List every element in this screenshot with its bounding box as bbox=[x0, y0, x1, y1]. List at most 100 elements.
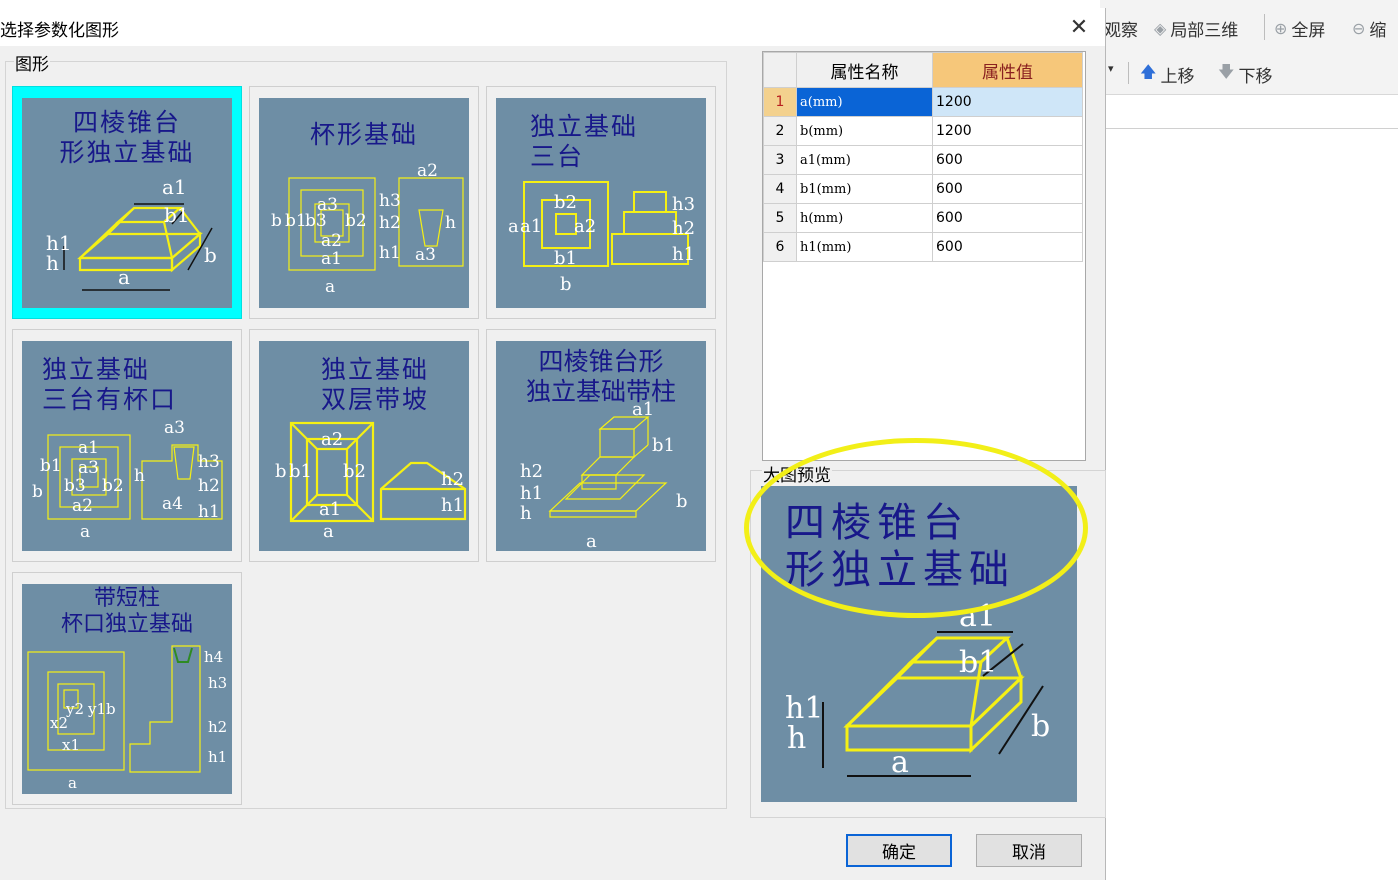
shape-title: 四棱锥台 形独立基础 bbox=[59, 108, 195, 167]
dim-label: b3 bbox=[64, 476, 86, 496]
table-row[interactable]: 3 a1(mm) 600 bbox=[763, 145, 1083, 175]
dim-label: a1 bbox=[520, 216, 542, 237]
dim-label: b2 bbox=[102, 476, 124, 496]
close-button[interactable]: ✕ bbox=[1062, 10, 1096, 44]
property-table: 属性名称 属性值 1 a(mm) 1200 2 b(mm) 1200 3 a1(… bbox=[763, 52, 1083, 262]
property-name-cell[interactable]: a(mm) bbox=[796, 87, 933, 117]
shape-tile-double-layer-slope-footing[interactable]: 独立基础 双层带坡 a2 b b1 b2 a1 a h2 h1 bbox=[249, 329, 479, 562]
observe-tool[interactable]: 观察 bbox=[1104, 16, 1138, 41]
zoom-out-label: 缩 bbox=[1369, 21, 1387, 41]
dim-label: h1 bbox=[441, 495, 464, 516]
row-number: 2 bbox=[763, 116, 797, 146]
shape-thumbnail: 杯形基础 a2 a3 b b1 b3 b2 a2 a1 a h3 h2 h1 a… bbox=[259, 98, 469, 308]
dialog-titlebar: 选择参数化图形 ✕ bbox=[0, 8, 1105, 46]
dim-label: b1 bbox=[554, 248, 577, 269]
dim-label: b2 bbox=[554, 192, 577, 213]
shape-group-label: 图形 bbox=[14, 50, 50, 75]
move-down-label: 下移 bbox=[1238, 67, 1273, 87]
property-value-cell[interactable]: 1200 bbox=[932, 116, 1083, 146]
dim-label: h2 bbox=[672, 218, 695, 239]
move-up-tool[interactable]: 🡅 上移 bbox=[1140, 61, 1194, 88]
shape-tile-frustum-footing-with-column[interactable]: 四棱锥台形 独立基础带柱 a1 b1 h2 h1 h b a bbox=[486, 329, 716, 562]
table-row[interactable]: 4 b1(mm) 600 bbox=[763, 174, 1083, 204]
dim-label: h1 bbox=[208, 748, 227, 766]
shape-tile-short-column-cup-footing[interactable]: 带短柱 杯口独立基础 x2 y2 y1 b x1 a h4 h3 h2 h1 bbox=[12, 572, 242, 805]
dim-label: x1 bbox=[62, 736, 80, 754]
property-value-cell[interactable]: 600 bbox=[932, 174, 1083, 204]
property-value-cell[interactable]: 600 bbox=[932, 145, 1083, 175]
dim-label: a2 bbox=[72, 496, 93, 516]
local-3d-label: 局部三维 bbox=[1170, 21, 1239, 41]
dim-label: h bbox=[520, 503, 532, 524]
row-number: 1 bbox=[763, 87, 797, 117]
dim-label: h2 bbox=[441, 469, 464, 490]
dim-label: h bbox=[134, 466, 145, 486]
dim-label: b bbox=[204, 243, 217, 267]
shape-tile-three-step-footing[interactable]: 独立基础 三台 b2 a a1 a2 b1 b h3 h2 h1 bbox=[486, 86, 716, 319]
close-icon: ✕ bbox=[1069, 14, 1089, 40]
property-name-cell[interactable]: h1(mm) bbox=[796, 232, 933, 262]
dim-label: b2 bbox=[343, 461, 366, 482]
dim-label: a1 bbox=[78, 438, 99, 458]
dim-label: a1 bbox=[162, 175, 187, 199]
dim-label: a bbox=[586, 531, 597, 551]
zoom-out-icon: ⊖ bbox=[1352, 19, 1366, 38]
row-number: 3 bbox=[763, 145, 797, 175]
dropdown-arrow-icon[interactable]: ▾ bbox=[1108, 62, 1114, 75]
shape-thumbnail: 四棱锥台 形独立基础 a1 b1 h1 h a b bbox=[22, 98, 232, 308]
dim-label: a1 bbox=[319, 499, 341, 520]
dim-label: b3 bbox=[305, 211, 327, 231]
shape-title: 杯形基础 bbox=[309, 120, 418, 149]
property-name-cell[interactable]: h(mm) bbox=[796, 203, 933, 233]
dim-label: a bbox=[118, 265, 130, 289]
table-row[interactable]: 1 a(mm) 1200 bbox=[763, 87, 1083, 117]
property-grid: 属性名称 属性值 1 a(mm) 1200 2 b(mm) 1200 3 a1(… bbox=[762, 51, 1086, 461]
dim-label: a bbox=[325, 277, 335, 297]
corner-cell bbox=[763, 52, 797, 88]
shape-title: 独立基础 三台有杯口 bbox=[42, 355, 178, 414]
dim-label: a1 bbox=[321, 249, 342, 269]
ok-button[interactable]: 确定 bbox=[846, 834, 952, 867]
dim-label: a bbox=[80, 522, 90, 542]
property-name-cell[interactable]: b(mm) bbox=[796, 116, 933, 146]
table-row[interactable]: 6 h1(mm) 600 bbox=[763, 232, 1083, 262]
property-value-cell[interactable]: 600 bbox=[932, 232, 1083, 262]
toolbar-separator bbox=[1264, 14, 1265, 40]
dim-label: b bbox=[560, 274, 572, 295]
dim-label: h1 bbox=[520, 483, 543, 504]
dim-label: b bbox=[275, 461, 287, 482]
cancel-button[interactable]: 取消 bbox=[976, 834, 1082, 867]
dim-label: b bbox=[271, 211, 282, 231]
move-down-tool[interactable]: 🡇 下移 bbox=[1218, 61, 1272, 88]
property-name-cell[interactable]: b1(mm) bbox=[796, 174, 933, 204]
fullscreen-tool[interactable]: ⊕ 全屏 bbox=[1274, 16, 1325, 41]
dim-label: h1 bbox=[198, 502, 220, 522]
background-divider bbox=[1100, 128, 1398, 129]
property-value-cell[interactable]: 600 bbox=[932, 203, 1083, 233]
local-3d-tool[interactable]: ◈ 局部三维 bbox=[1154, 16, 1238, 41]
property-name-cell[interactable]: a1(mm) bbox=[796, 145, 933, 175]
shape-title: 独立基础 双层带坡 bbox=[321, 355, 430, 414]
dim-label: h bbox=[787, 721, 806, 756]
table-row[interactable]: 2 b(mm) 1200 bbox=[763, 116, 1083, 146]
dim-label: a4 bbox=[162, 494, 183, 514]
shape-tile-frustum-footing[interactable]: 四棱锥台 形独立基础 a1 b1 h1 h a b bbox=[12, 86, 242, 319]
shape-tile-three-step-cup-footing[interactable]: 独立基础 三台有杯口 a1 a3 a3 b1 b3 b2 b a2 a h a4… bbox=[12, 329, 242, 562]
dim-label: h bbox=[445, 213, 456, 233]
table-row[interactable]: 5 h(mm) 600 bbox=[763, 203, 1083, 233]
shape-title: 四棱锥台形 独立基础带柱 bbox=[525, 347, 676, 406]
property-value-cell[interactable]: 1200 bbox=[932, 87, 1083, 117]
dim-label: b bbox=[676, 491, 688, 512]
shape-thumbnail: 带短柱 杯口独立基础 x2 y2 y1 b x1 a h4 h3 h2 h1 bbox=[22, 584, 232, 794]
shape-tile-cup-footing[interactable]: 杯形基础 a2 a3 b b1 b3 b2 a2 a1 a h3 h2 h1 a… bbox=[249, 86, 479, 319]
dim-label: y2 bbox=[65, 700, 84, 718]
row-number: 4 bbox=[763, 174, 797, 204]
shape-title: 独立基础 三台 bbox=[530, 112, 639, 171]
column-header-value: 属性值 bbox=[932, 52, 1083, 88]
dim-label: b1 bbox=[40, 456, 62, 476]
large-preview-image: 四棱锥台 形独立基础 a1 b1 h1 h a b bbox=[761, 486, 1077, 802]
zoom-out-tool[interactable]: ⊖ 缩 bbox=[1352, 16, 1386, 41]
dim-label: h2 bbox=[520, 461, 543, 482]
dim-label: h1 bbox=[379, 243, 401, 263]
dim-label: b1 bbox=[285, 211, 307, 231]
